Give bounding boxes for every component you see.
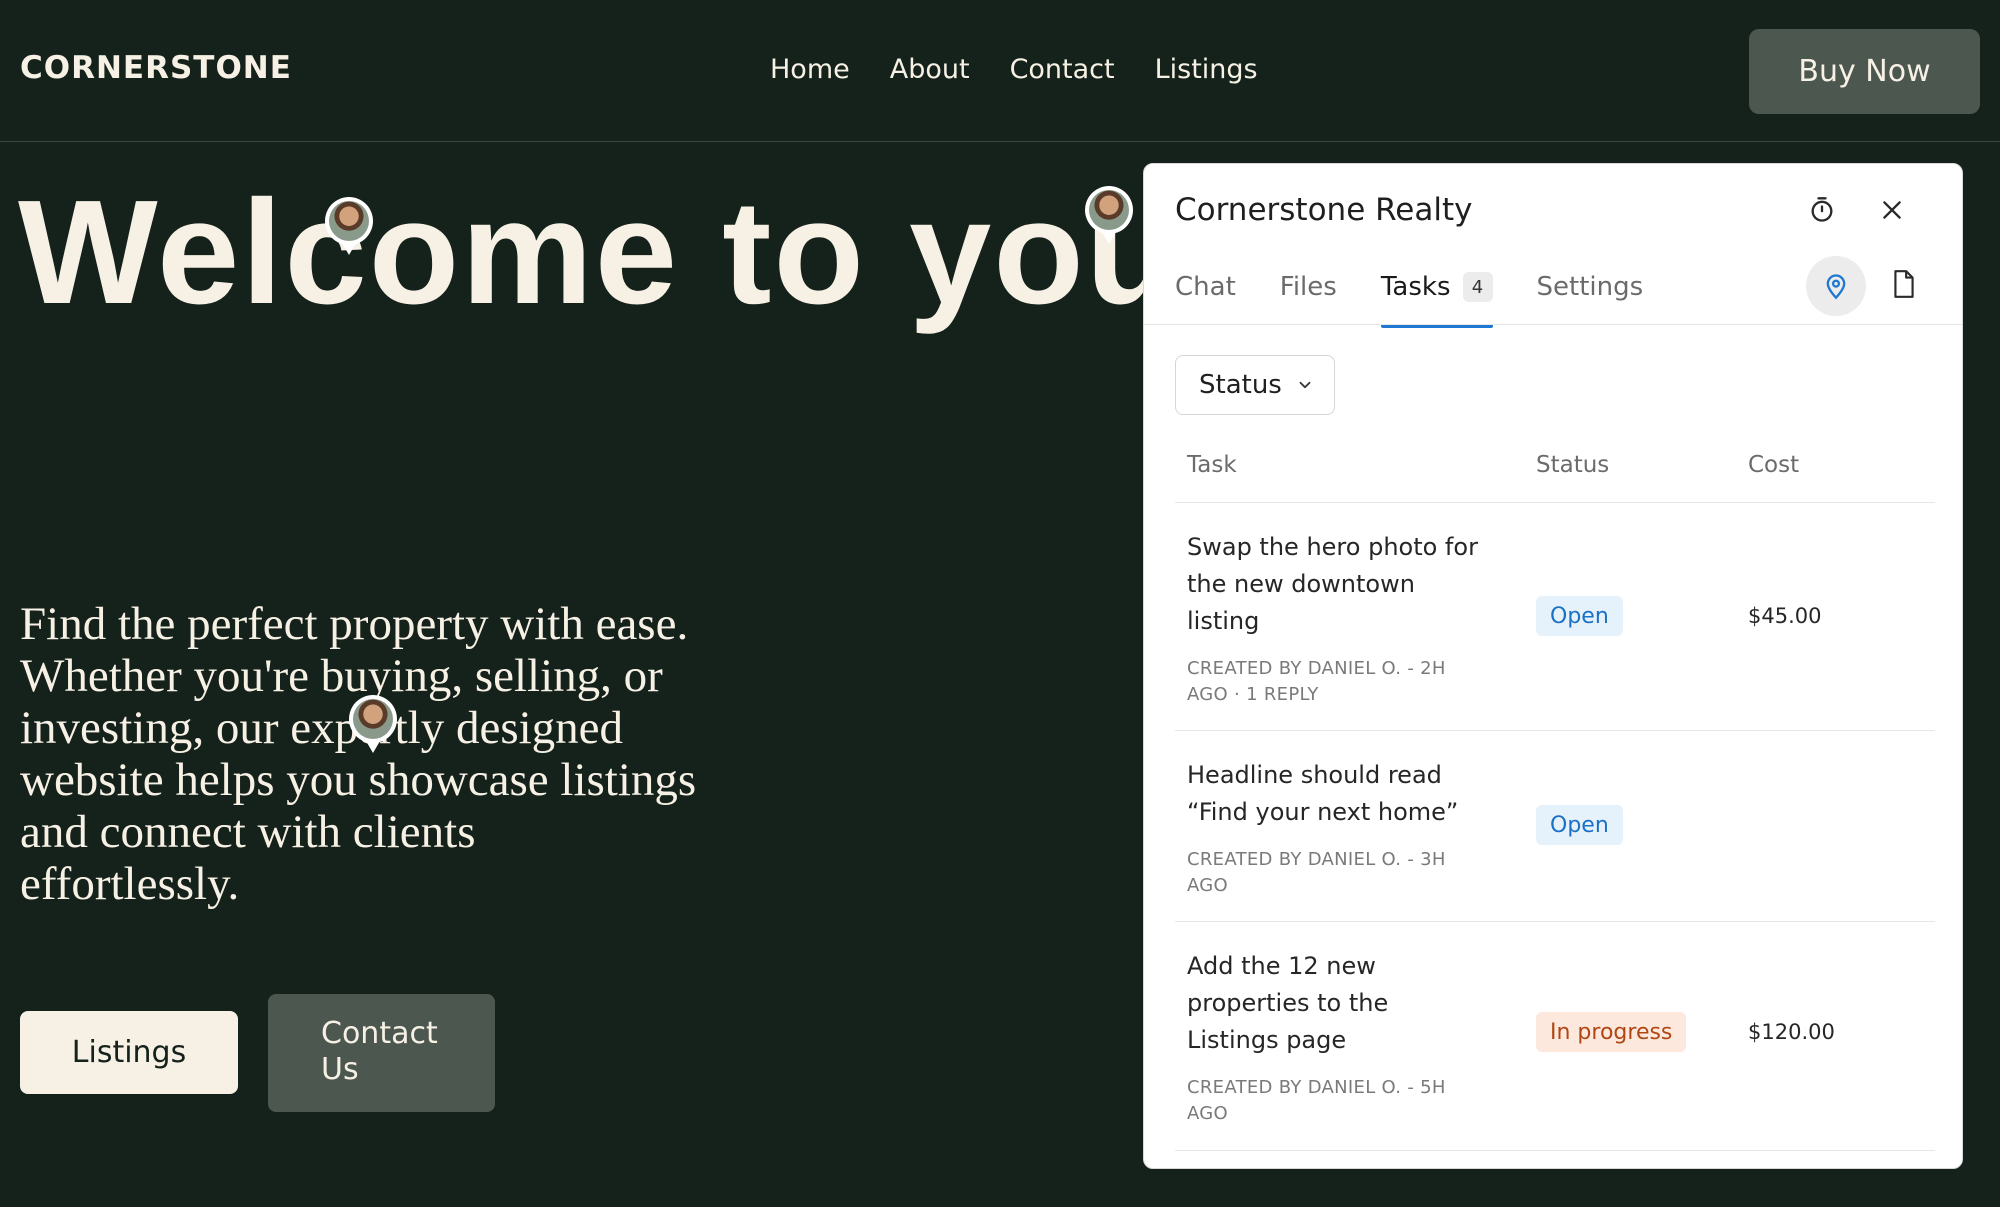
chevron-down-icon <box>1299 381 1311 389</box>
nav-contact[interactable]: Contact <box>1010 54 1115 85</box>
listings-button[interactable]: Listings <box>20 1011 238 1094</box>
column-header-status: Status <box>1536 452 1610 478</box>
buy-now-button[interactable]: Buy Now <box>1749 29 1980 114</box>
column-header-cost: Cost <box>1748 452 1800 478</box>
task-meta: CREATED BY DANIEL O. - 5H AGO <box>1187 1077 1446 1124</box>
table-header: Task Status Cost <box>1175 446 1935 503</box>
contact-us-button[interactable]: Contact Us <box>268 994 495 1112</box>
table-row[interactable]: Add the 12 new properties to the Listing… <box>1175 922 1935 1151</box>
close-button[interactable] <box>1870 188 1914 232</box>
task-title: Add the 12 new properties to the Listing… <box>1187 952 1389 1054</box>
tab-settings-label: Settings <box>1536 272 1644 302</box>
task-cost: $120.00 <box>1748 1020 1835 1044</box>
task-meta: CREATED BY DANIEL O. - 3H AGO <box>1187 849 1446 896</box>
main-nav: Home About Contact Listings <box>770 54 1258 85</box>
feedback-panel: Cornerstone Realty Chat Files Tasks 4 Se… <box>1143 163 1963 1169</box>
table-row[interactable]: Swap the hero photo for the new downtown… <box>1175 503 1935 731</box>
column-header-task: Task <box>1187 452 1237 478</box>
table-row[interactable]: Headline should read “Find your next hom… <box>1175 731 1935 922</box>
document-button[interactable] <box>1882 262 1926 306</box>
status-badge: Open <box>1536 596 1623 636</box>
tab-files-label: Files <box>1279 272 1337 302</box>
status-badge: Open <box>1536 805 1623 845</box>
pin-mode-button[interactable] <box>1806 256 1866 316</box>
task-cost: $45.00 <box>1748 604 1822 628</box>
panel-tabs: Chat Files Tasks 4 Settings <box>1175 268 1643 328</box>
task-meta: CREATED BY DANIEL O. - 2H AGO · 1 REPLY <box>1187 658 1446 705</box>
panel-title: Cornerstone Realty <box>1175 192 1473 228</box>
avatar <box>329 201 369 241</box>
tab-tasks-label: Tasks <box>1380 272 1451 302</box>
stopwatch-icon <box>1811 197 1833 222</box>
close-icon <box>1883 201 1901 219</box>
contact-us-label: Contact Us <box>321 1016 438 1087</box>
tab-chat[interactable]: Chat <box>1175 268 1236 328</box>
tab-tasks[interactable]: Tasks 4 <box>1380 268 1493 328</box>
nav-listings[interactable]: Listings <box>1155 54 1258 85</box>
tab-files[interactable]: Files <box>1280 268 1337 328</box>
nav-about[interactable]: About <box>890 54 970 85</box>
hero-description: Find the perfect property with ease. Whe… <box>20 598 697 910</box>
hero-title: Welcome to your <box>18 170 1238 335</box>
document-icon <box>1894 270 1914 298</box>
brand-logo[interactable]: CORNERSTONE <box>20 50 292 86</box>
status-badge: In progress <box>1536 1012 1687 1052</box>
site-header: CORNERSTONE Home About Contact Listings … <box>0 0 2000 142</box>
location-pin-icon <box>1826 274 1846 300</box>
avatar <box>353 699 393 739</box>
status-filter-label: Status <box>1199 370 1282 400</box>
task-title: Swap the hero photo for the new downtown… <box>1187 533 1478 635</box>
nav-home[interactable]: Home <box>770 54 850 85</box>
timer-button[interactable] <box>1800 188 1844 232</box>
comment-pin-avatar[interactable] <box>349 695 397 753</box>
tab-settings[interactable]: Settings <box>1537 268 1644 328</box>
task-title: Headline should read “Find your next hom… <box>1187 761 1459 826</box>
avatar <box>1089 190 1129 230</box>
comment-pin-avatar[interactable] <box>325 197 373 255</box>
tab-chat-label: Chat <box>1175 272 1236 302</box>
tasks-count-badge: 4 <box>1462 272 1493 302</box>
comment-pin-avatar[interactable] <box>1085 186 1133 244</box>
tabs-divider <box>1144 324 1962 325</box>
status-filter-dropdown[interactable]: Status <box>1175 355 1335 415</box>
